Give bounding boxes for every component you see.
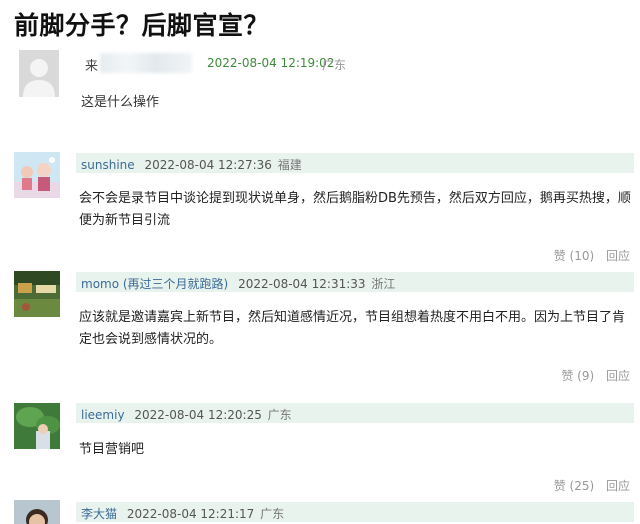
comment-body: 会不会是录节目中谈论提到现状说单身，然后鹅脂粉DB先预告，然后双方回应，鹅再买热… xyxy=(79,191,631,228)
comment-timestamp: 2022-08-04 12:20:25 xyxy=(134,408,262,422)
reply-button[interactable]: 回应 xyxy=(606,369,630,383)
reply-button[interactable]: 回应 xyxy=(606,479,630,493)
like-button[interactable]: 赞 (10) xyxy=(554,249,594,263)
user-avatar[interactable] xyxy=(14,271,60,317)
comment-location: 广东 xyxy=(260,507,285,521)
comment-timestamp: 2022-08-04 12:21:17 xyxy=(126,507,255,521)
user-avatar[interactable] xyxy=(14,500,60,524)
op-body-text: 这是什么操作 xyxy=(81,95,160,110)
comment-header: momo (再过三个月就跑路) 2022-08-04 12:31:33 浙江 xyxy=(81,275,395,292)
like-button[interactable]: 赞 (9) xyxy=(561,369,594,383)
comment-timestamp: 2022-08-04 12:27:36 xyxy=(144,158,272,172)
page-title: 前脚分手？后脚官宣？ xyxy=(14,11,270,40)
op-location: 广东 xyxy=(322,58,347,72)
comment-actions: 赞 (10) 回应 xyxy=(554,247,630,264)
reply-button[interactable]: 回应 xyxy=(606,249,630,263)
comment-header: sunshine 2022-08-04 12:27:36 福建 xyxy=(81,156,302,173)
comment-username[interactable]: lieemiy xyxy=(81,408,125,422)
blurred-username[interactable] xyxy=(100,53,192,73)
comment-actions: 赞 (25) 回应 xyxy=(554,477,630,494)
comment-body: 节目营销吧 xyxy=(79,442,145,457)
comment-location: 福建 xyxy=(277,158,302,172)
default-avatar-icon[interactable] xyxy=(19,50,59,97)
comment-username[interactable]: sunshine xyxy=(81,158,135,172)
user-avatar[interactable] xyxy=(14,152,60,198)
comment-username[interactable]: momo (再过三个月就跑路) xyxy=(81,277,228,291)
comment-actions: 赞 (9) 回应 xyxy=(561,367,630,384)
comment-header: lieemiy 2022-08-04 12:20:25 广东 xyxy=(81,406,292,423)
comment-location: 浙江 xyxy=(371,277,396,291)
like-button[interactable]: 赞 (25) xyxy=(554,479,594,493)
comment-header: 李大猫 2022-08-04 12:21:17 广东 xyxy=(81,505,284,522)
op-username-prefix: 来 xyxy=(85,59,99,74)
comment-timestamp: 2022-08-04 12:31:33 xyxy=(238,277,366,291)
op-timestamp: 2022-08-04 12:19:02 xyxy=(207,56,335,70)
comment-body: 应该就是邀请嘉宾上新节目，然后知道感情近况，节目组想着热度不用白不用。因为上节目… xyxy=(79,310,626,347)
comment-location: 广东 xyxy=(267,408,292,422)
user-avatar[interactable] xyxy=(14,403,60,449)
comment-username[interactable]: 李大猫 xyxy=(81,507,117,521)
